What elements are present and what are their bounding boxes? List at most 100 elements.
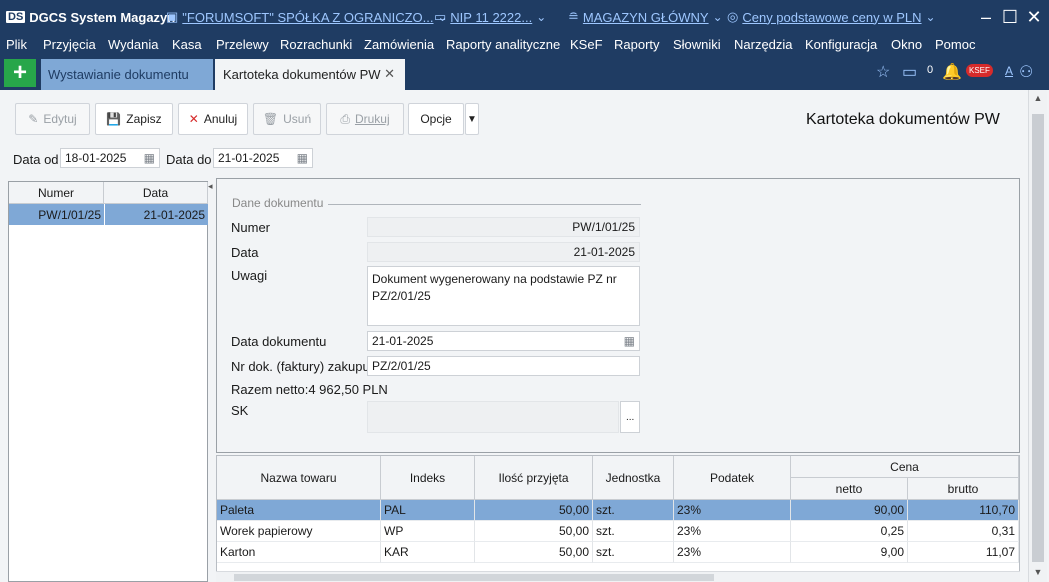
cell-index: PAL xyxy=(381,500,475,521)
vertical-scrollbar[interactable]: ▲ ▼ xyxy=(1028,90,1047,582)
menu-przelewy[interactable]: Przelewy xyxy=(216,37,269,52)
sk-browse-button[interactable]: ... xyxy=(620,401,640,433)
cell-name: Paleta xyxy=(217,500,381,521)
notes-label: Uwagi xyxy=(231,268,268,283)
print-label: Drukuj xyxy=(354,112,390,126)
menu-raporty-analityczne[interactable]: Raporty analityczne xyxy=(446,37,560,52)
save-label: Zapisz xyxy=(126,112,162,126)
scrollbar-thumb[interactable] xyxy=(1032,114,1044,562)
doc-date-label: Data dokumentu xyxy=(231,334,327,349)
ksef-badge[interactable]: KSEF xyxy=(966,64,993,77)
menu-konfiguracja[interactable]: Konfiguracja xyxy=(805,37,877,52)
section-title: Dane dokumentu xyxy=(232,196,324,210)
sk-label: SK xyxy=(231,403,249,418)
main-panel: ✎ Edytuj 💾 Zapisz ✕ Anuluj 🗑 Usuń ⎙ Drukuj Op… xyxy=(0,90,1049,582)
col-header-net[interactable]: netto xyxy=(791,478,908,500)
bell-icon[interactable]: 🔔 xyxy=(942,62,962,82)
cell-qty: 50,00 xyxy=(475,542,593,563)
cancel-label: Anuluj xyxy=(203,112,238,126)
chevron-down-icon: ⌄ xyxy=(712,10,723,24)
cell-tax: 23% xyxy=(674,521,791,542)
section-divider xyxy=(328,204,641,205)
coins-icon: ◎ xyxy=(727,9,739,24)
scrollbar-thumb[interactable] xyxy=(234,574,714,581)
cell-name: Worek papierowy xyxy=(217,521,381,542)
list-header-date[interactable]: Data xyxy=(104,182,208,204)
notification-count: 0 xyxy=(927,64,934,76)
delete-label: Usuń xyxy=(283,112,312,126)
menu-zamowienia[interactable]: Zamówienia xyxy=(364,37,434,52)
price-selector[interactable]: ◎ Ceny podstawowe ceny w PLN ⌄ xyxy=(727,0,936,34)
date-from-label: Data od xyxy=(13,152,59,167)
delete-button[interactable]: 🗑 Usuń xyxy=(253,103,321,135)
list-item-date[interactable]: 21-01-2025 xyxy=(105,204,208,225)
nip-selector[interactable]: ▭ NIP 11 2222... ⌄ xyxy=(434,0,546,34)
menu-ksef[interactable]: KSeF xyxy=(570,37,603,52)
menu-raporty[interactable]: Raporty xyxy=(614,37,660,52)
menu-przyjecia[interactable]: Przyjęcia xyxy=(43,37,96,52)
monitor-icon[interactable]: ▭ xyxy=(902,62,917,82)
app-logo: DS DGCS System Magazyn xyxy=(6,0,175,34)
tab-wystawianie-dokumentu[interactable]: Wystawianie dokumentu xyxy=(41,59,213,90)
options-button[interactable]: Opcje xyxy=(408,103,464,135)
scroll-down-icon[interactable]: ▼ xyxy=(1032,567,1044,579)
options-dropdown-button[interactable]: ▼ xyxy=(465,103,479,135)
star-icon[interactable]: ☆ xyxy=(876,62,890,82)
calendar-icon[interactable]: ▦ xyxy=(144,151,155,165)
col-header-gross[interactable]: brutto xyxy=(908,478,1019,500)
briefcase-icon: ▣ xyxy=(166,9,179,24)
cell-net: 90,00 xyxy=(791,500,908,521)
menu-slowniki[interactable]: Słowniki xyxy=(673,37,721,52)
scroll-up-icon[interactable]: ▲ xyxy=(1032,93,1044,105)
document-details-panel: Dane dokumentu Numer PW/1/01/25 Data 21-… xyxy=(216,178,1020,453)
document-list: Numer Data PW/1/01/25 21-01-2025 xyxy=(8,181,208,582)
date-field: 21-01-2025 xyxy=(367,242,640,262)
x-icon: ✕ xyxy=(188,112,199,126)
cell-gross: 0,31 xyxy=(908,521,1019,542)
calendar-icon[interactable]: ▦ xyxy=(297,151,308,165)
nip-value: NIP 11 2222... xyxy=(450,9,533,25)
col-header-name[interactable]: Nazwa towaru xyxy=(217,456,381,500)
menu-plik[interactable]: Plik xyxy=(6,37,27,52)
notes-textarea[interactable]: Dokument wygenerowany na podstawie PZ nr… xyxy=(367,266,640,326)
date-label: Data xyxy=(231,245,259,260)
save-button[interactable]: 💾 Zapisz xyxy=(95,103,173,135)
invoice-field[interactable]: PZ/2/01/25 xyxy=(367,356,640,376)
menu-wydania[interactable]: Wydania xyxy=(108,37,158,52)
date-to-field[interactable]: 21-01-2025 ▦ xyxy=(213,148,313,168)
menu-kasa[interactable]: Kasa xyxy=(172,37,202,52)
edit-button[interactable]: ✎ Edytuj xyxy=(15,103,90,135)
horizontal-scrollbar[interactable] xyxy=(216,571,1020,582)
net-total: Razem netto:4 962,50 PLN xyxy=(231,382,388,397)
edit-icon: ✎ xyxy=(28,112,39,126)
printer-icon: ⎙ xyxy=(340,111,350,126)
date-from-field[interactable]: 18-01-2025 ▦ xyxy=(60,148,160,168)
print-button[interactable]: ⎙ Drukuj xyxy=(326,103,404,135)
col-header-qty[interactable]: Ilość przyjęta xyxy=(475,456,593,500)
close-window-icon[interactable]: ✕ xyxy=(1020,0,1048,34)
collapse-arrow-icon[interactable]: ◂ xyxy=(208,181,213,192)
menu-okno[interactable]: Okno xyxy=(891,37,922,52)
list-header-number[interactable]: Numer xyxy=(9,182,104,204)
col-header-tax[interactable]: Podatek xyxy=(674,456,791,500)
add-tab-button[interactable]: + xyxy=(4,59,36,87)
close-tab-icon[interactable]: ✕ xyxy=(384,66,395,82)
warehouse-selector[interactable]: ≘ MAGAZYN GŁÓWNY ⌄ xyxy=(568,0,723,34)
font-size-icon[interactable]: A xyxy=(1005,64,1013,78)
menu-narzedzia[interactable]: Narzędzia xyxy=(734,37,793,52)
user-icon[interactable]: ⚇ xyxy=(1019,62,1033,82)
company-selector[interactable]: ▣ "FORUMSOFT" SPÓŁKA Z OGRANICZO... ⌄ xyxy=(166,0,448,34)
list-item-number[interactable]: PW/1/01/25 xyxy=(9,204,104,225)
date-to-value: 21-01-2025 xyxy=(218,151,280,165)
menu-rozrachunki[interactable]: Rozrachunki xyxy=(280,37,352,52)
tab-label: Kartoteka dokumentów PW xyxy=(223,67,381,82)
doc-date-field[interactable]: 21-01-2025 ▦ xyxy=(367,331,640,351)
menu-pomoc[interactable]: Pomoc xyxy=(935,37,975,52)
col-header-index[interactable]: Indeks xyxy=(381,456,475,500)
tab-kartoteka-pw[interactable]: Kartoteka dokumentów PW ✕ xyxy=(215,59,405,90)
calendar-icon[interactable]: ▦ xyxy=(624,334,635,348)
cell-index: WP xyxy=(381,521,475,542)
cell-qty: 50,00 xyxy=(475,521,593,542)
col-header-unit[interactable]: Jednostka xyxy=(593,456,674,500)
cancel-button[interactable]: ✕ Anuluj xyxy=(178,103,248,135)
